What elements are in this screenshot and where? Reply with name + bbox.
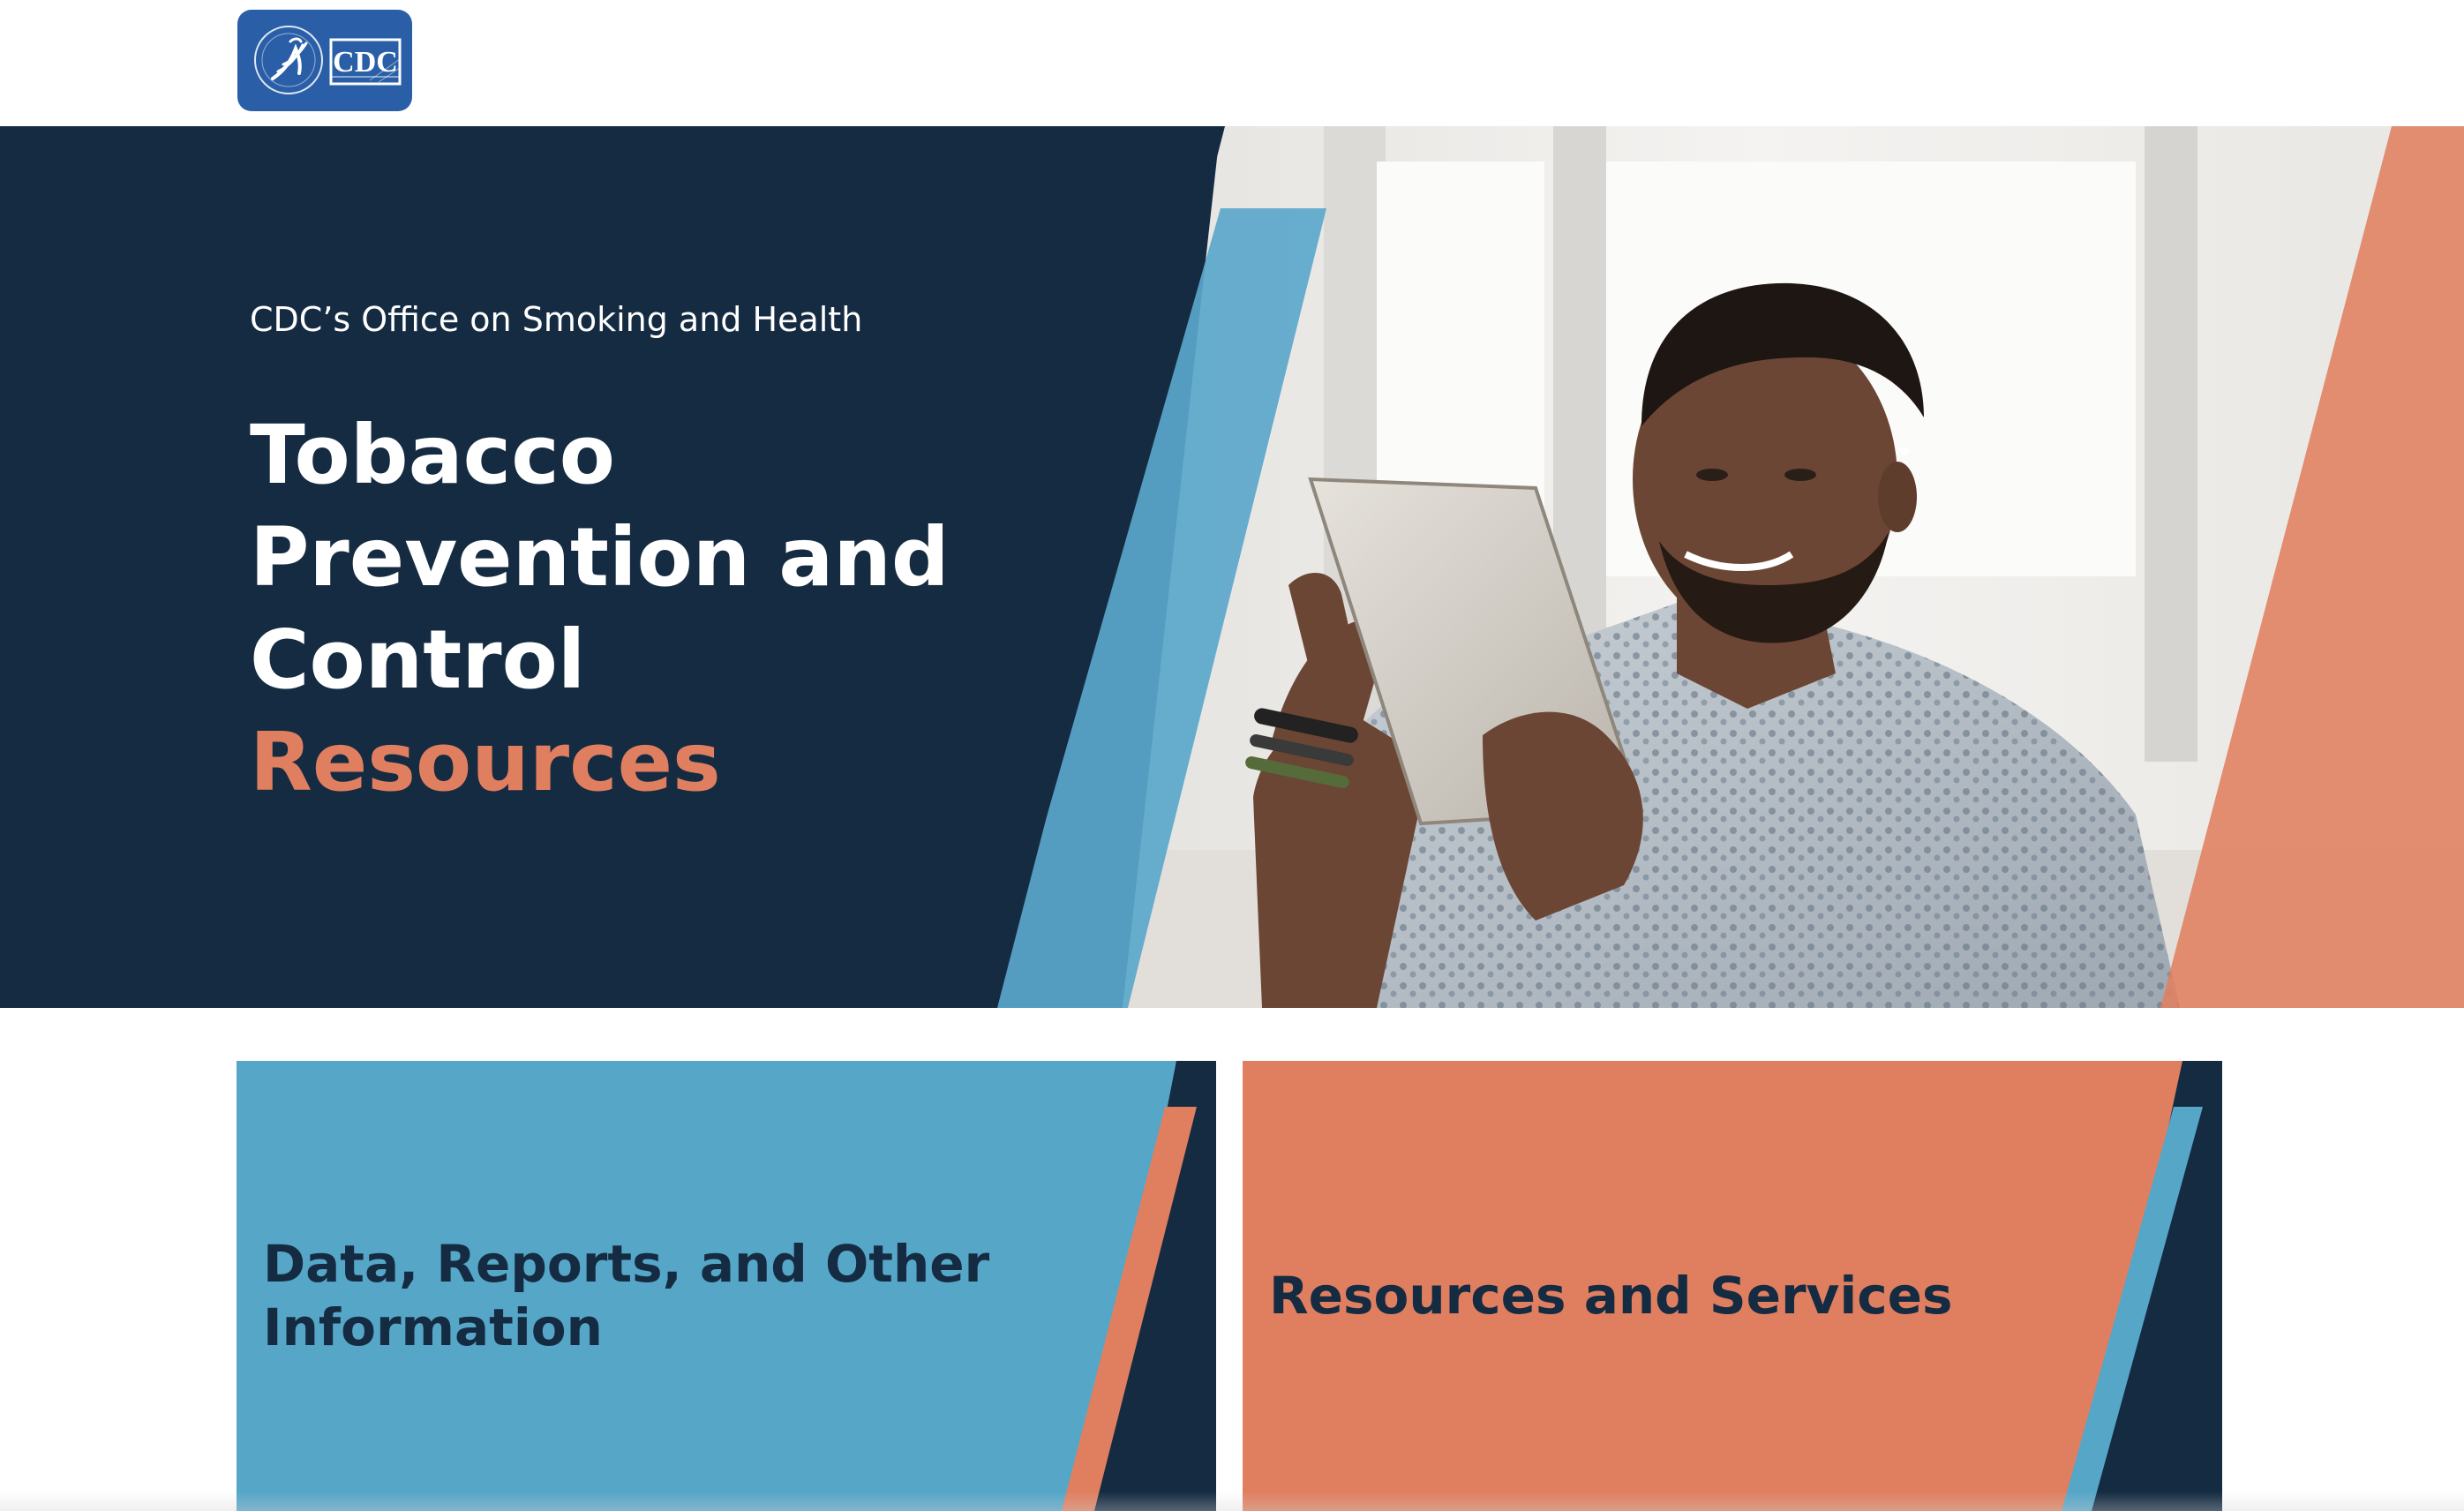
title-line: Control (250, 613, 586, 707)
page-title: Tobacco Prevention and Control Resources (250, 404, 1044, 814)
site-header: CDC (0, 0, 2464, 126)
cdc-logo[interactable]: CDC (237, 10, 412, 111)
card-data-reports[interactable]: Data, Reports, and Other Information (237, 1061, 1216, 1511)
title-line: Tobacco (250, 408, 615, 502)
card-title: Resources and Services (1269, 1266, 1953, 1326)
title-line: Prevention and (250, 510, 950, 605)
card-title: Data, Reports, and Other Information (263, 1234, 990, 1357)
card-resources-services[interactable]: Resources and Services (1243, 1061, 2222, 1511)
hero-banner: CDC’s Office on Smoking and Health Tobac… (0, 126, 2464, 1008)
logo-text: CDC (333, 46, 398, 79)
hero-subtitle: CDC’s Office on Smoking and Health (250, 300, 863, 339)
hhs-eagle-icon: CDC (254, 26, 402, 94)
title-accent: Resources (250, 715, 721, 809)
